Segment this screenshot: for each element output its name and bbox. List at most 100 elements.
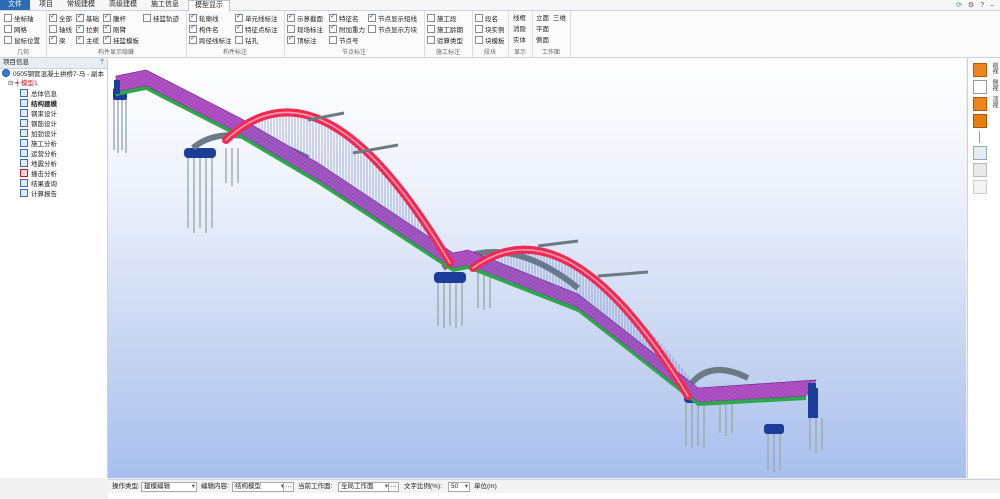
pile-group-2 <box>187 148 239 233</box>
cube-view-icon[interactable] <box>973 163 987 177</box>
checkbox-borehole[interactable]: 钻孔 <box>235 36 258 45</box>
checkbox-feature-name[interactable]: 特征名 <box>329 12 359 23</box>
checkbox-all[interactable]: 全部 <box>49 12 72 23</box>
checkbox-feature-point-label[interactable]: 特征点标注 <box>235 23 278 34</box>
structure-icon <box>20 99 28 107</box>
checkbox-mouse-position[interactable]: 鼠标位置 <box>4 36 40 45</box>
checkbox-cradle-template[interactable]: 挂篮模板 <box>103 34 139 45</box>
group-node-annotation: 示意截面 特征名 节点显示短线 现场标注 附加重力 节点显示方块 顶标注 节点号… <box>284 11 425 57</box>
checkbox-added-gravity[interactable]: 附加重力 <box>329 23 365 34</box>
checkbox-cable[interactable]: 拉索 <box>76 23 99 34</box>
op-type-select[interactable]: 建模编辑 <box>141 482 197 492</box>
tree-item-construction-analysis[interactable]: 施工分析 <box>20 139 107 149</box>
checkbox-site-label[interactable]: 现场标注 <box>287 25 323 34</box>
tab-construction-info[interactable]: 施工信息 <box>146 0 184 10</box>
checkbox-web-member[interactable]: 腹杆 <box>103 12 126 23</box>
checkbox-beam[interactable]: 梁 <box>49 34 66 45</box>
group-geometry: 坐标轴 网格 鼠标位置 几何 <box>0 11 47 57</box>
checkbox-block-template[interactable]: 块模板 <box>475 36 505 45</box>
help-icon[interactable]: ? <box>980 2 984 9</box>
edit-content-select[interactable]: 结构模型 <box>232 482 286 492</box>
checkbox-element-line-label[interactable]: 单元线标注 <box>235 12 278 23</box>
side-view-icon[interactable] <box>973 80 987 94</box>
tree-item-rebar-design[interactable]: 钢筋设计 <box>20 119 107 129</box>
tree-item-tendon-design[interactable]: 钢束设计 <box>20 109 107 119</box>
pin-icon[interactable]: ᛘ <box>100 58 104 68</box>
checkbox-foundation[interactable]: 基础 <box>76 12 99 23</box>
text-ratio-select[interactable]: 50 <box>448 482 470 492</box>
tree-item-structure-model[interactable]: 结构建模 <box>20 99 107 109</box>
file-menu[interactable]: 文件 <box>0 0 30 10</box>
tree-item-impact-analysis[interactable]: 撞击分析 <box>20 169 107 179</box>
display-solid[interactable]: 实体 <box>513 36 526 45</box>
group-title-display: 显示 <box>513 50 526 56</box>
workplane-elevation[interactable]: 立面 <box>536 14 549 23</box>
group-title-member-annotation: 构件标注 <box>222 50 247 56</box>
checkbox-construction-stage[interactable]: 施工段 <box>427 14 457 23</box>
tendon-icon <box>20 109 28 117</box>
group-title-member-visibility: 构件显示隐藏 <box>97 50 134 56</box>
bridge-deck <box>115 69 817 406</box>
tab-project[interactable]: 项目 <box>34 0 58 10</box>
checkbox-node-square[interactable]: 节点显示方块 <box>368 25 417 34</box>
tree-item-general-info[interactable]: 总体信息 <box>20 89 107 99</box>
workplane-plan[interactable]: 平面 <box>536 25 549 34</box>
tree-item-seismic-analysis[interactable]: 地震分析 <box>20 159 107 169</box>
front-view-icon[interactable] <box>973 63 987 77</box>
text-ratio-label: 文字比例(%): <box>404 483 442 490</box>
project-icon <box>2 69 10 77</box>
tab-model-display[interactable]: 模型显示 <box>188 0 230 11</box>
unit-label: 单位(m) <box>474 483 497 490</box>
workplane-more-button[interactable]: … <box>388 482 399 492</box>
checkbox-member-name[interactable]: 构件名 <box>189 23 219 34</box>
checkbox-axis-line[interactable]: 轴线 <box>49 25 72 34</box>
workplane-3d[interactable]: 三维 <box>553 14 566 23</box>
side-view-label: 侧视 <box>991 79 997 91</box>
pile-group-4 <box>685 398 733 448</box>
checkbox-top-label[interactable]: 顶标注 <box>287 34 317 45</box>
edit-content-more-button[interactable]: … <box>283 482 294 492</box>
checkbox-section-sketch[interactable]: 示意截面 <box>287 12 323 23</box>
checkbox-span-line-label[interactable]: 跨径线标注 <box>189 34 232 45</box>
workplane-side[interactable]: 侧面 <box>536 36 549 45</box>
tree-project-root[interactable]: 0505钢管混凝土拱桥7-马 - 副本 <box>0 69 107 79</box>
checkbox-axis[interactable]: 坐标轴 <box>4 14 34 23</box>
tree-model[interactable]: ⊟ ┿ 模型1 <box>0 79 107 89</box>
iso-view-icon[interactable] <box>973 114 987 128</box>
group-title-segment-block: 段块 <box>483 50 496 56</box>
tree-item-calc-report[interactable]: 计算报告 <box>20 189 107 199</box>
display-hidden-line[interactable]: 消隐 <box>513 25 526 34</box>
display-wireframe[interactable]: 线框 <box>513 14 526 23</box>
workplane-select[interactable]: 全局工作面 <box>338 482 390 492</box>
tab-regular-modeling[interactable]: 常规建模 <box>62 0 100 10</box>
operation-icon <box>20 149 28 157</box>
tree-item-result-query[interactable]: 结果查询 <box>20 179 107 189</box>
checkbox-construction-age[interactable]: 施工龄期 <box>427 25 463 34</box>
checkbox-node-short-line[interactable]: 节点显示短线 <box>368 12 417 23</box>
box-view-icon[interactable] <box>973 146 987 160</box>
settings-icon[interactable]: ⚙ <box>968 1 974 9</box>
tree-item-operation-analysis[interactable]: 运营分析 <box>20 149 107 159</box>
edit-content-label: 编辑内容: <box>201 483 229 490</box>
checkbox-cradle-track[interactable]: 挂篮轨迹 <box>143 14 179 23</box>
checkbox-main-cable[interactable]: 主缆 <box>76 34 99 45</box>
front-view-label: 前视 <box>991 62 997 74</box>
collapse-icon[interactable]: ⊟ <box>8 80 13 87</box>
checkbox-grid[interactable]: 网格 <box>4 25 27 34</box>
checkbox-check-type[interactable]: 验算类型 <box>427 36 463 45</box>
group-construction-annotation: 施工段 施工龄期 验算类型 施工标注 <box>424 11 473 57</box>
minimize-icon[interactable]: – <box>990 2 994 9</box>
checkbox-node-number[interactable]: 节点号 <box>329 36 359 45</box>
checkbox-segment-name[interactable]: 段名 <box>475 14 498 23</box>
checkbox-outline[interactable]: 轮廓线 <box>189 12 219 23</box>
checkbox-block-instance[interactable]: 块实例 <box>475 25 505 34</box>
top-view-icon[interactable] <box>973 97 987 111</box>
tab-advanced-modeling[interactable]: 高级建模 <box>104 0 142 10</box>
tree-item-stiffener-design[interactable]: 加劲设计 <box>20 129 107 139</box>
model-viewport[interactable] <box>108 58 966 478</box>
refresh-icon[interactable]: ⟳ <box>956 1 962 9</box>
workplane-label: 当前工作面: <box>298 483 333 490</box>
impact-icon <box>20 169 28 177</box>
checkbox-rigid-arm[interactable]: 刚臂 <box>103 23 126 34</box>
reset-view-icon[interactable] <box>973 180 987 194</box>
